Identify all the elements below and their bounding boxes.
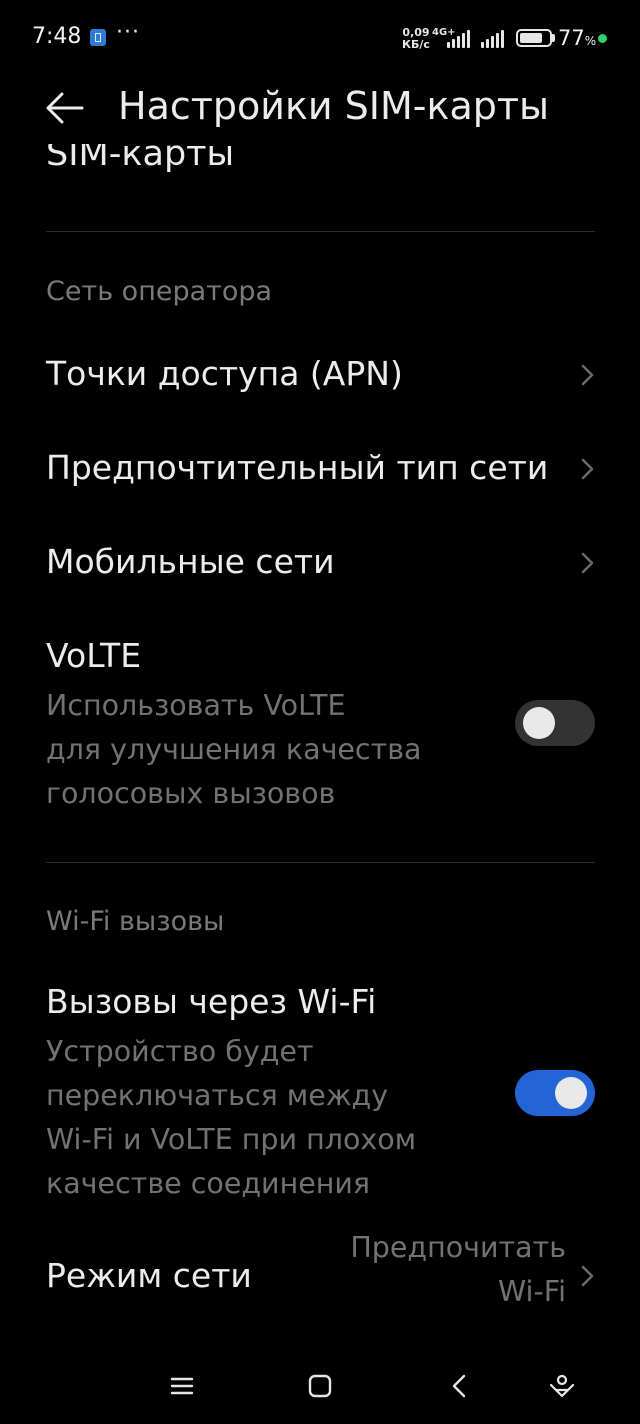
volte-description-line3: голосовых вызовов	[46, 777, 336, 810]
menu-icon[interactable]	[168, 1372, 196, 1400]
network-mode-item[interactable]: Режим сети Предпочитать Wi-Fi	[0, 1231, 640, 1316]
preferred-network-type-item[interactable]: Предпочтительный тип сети	[0, 434, 640, 506]
chevron-right-icon	[581, 364, 594, 386]
back-button[interactable]	[40, 84, 92, 132]
wifi-calling-description-line4: качестве соединения	[46, 1167, 371, 1200]
toggle-knob	[523, 707, 555, 739]
wifi-calling-toggle[interactable]	[515, 1070, 595, 1116]
network-mode-value: Предпочитать Wi-Fi	[306, 1226, 566, 1314]
page-title: Настройки SIM-карты	[118, 84, 550, 128]
more-notifications-icon: ···	[116, 20, 140, 45]
mobile-networks-item[interactable]: Мобильные сети	[0, 528, 640, 600]
signal-strength-sim1-icon	[447, 28, 473, 48]
network-speed: 0,09 КБ/с	[401, 27, 431, 51]
section-header-operator-network: Сеть оператора	[46, 276, 273, 307]
wifi-calling-description-line3: Wi-Fi и VoLTE при плохом	[46, 1123, 417, 1156]
apn-label: Точки доступа (APN)	[46, 354, 403, 393]
wifi-calling-description-line2: переключаться между	[46, 1079, 389, 1112]
divider	[46, 862, 595, 863]
home-icon[interactable]	[306, 1372, 334, 1400]
volte-title: VoLTE	[46, 636, 142, 675]
status-time: 7:48	[32, 24, 82, 49]
status-bar: 7:48 ··· 0,09 КБ/с 4G+ 77%	[0, 0, 640, 78]
app-notification-icon	[90, 29, 106, 46]
navigation-bar	[0, 1350, 640, 1424]
volte-item[interactable]: VoLTE Использовать VoLTE для улучшения к…	[0, 620, 640, 820]
signal-strength-sim2-icon	[481, 28, 507, 48]
section-header-wifi-calling: Wi-Fi вызовы	[46, 906, 225, 937]
wifi-calling-description-line1: Устройство будет	[46, 1035, 314, 1068]
chevron-right-icon	[581, 552, 594, 574]
wifi-calling-item[interactable]: Вызовы через Wi-Fi Устройство будет пере…	[0, 966, 640, 1206]
chevron-right-icon	[581, 458, 594, 480]
back-icon[interactable]	[446, 1372, 474, 1400]
apn-item[interactable]: Точки доступа (APN)	[0, 340, 640, 412]
preferred-network-type-label: Предпочтительный тип сети	[46, 448, 549, 487]
divider	[46, 231, 595, 232]
volte-description-line1: Использовать VoLTE	[46, 689, 346, 722]
toggle-knob	[555, 1077, 587, 1109]
privacy-indicator-dot	[598, 34, 607, 43]
network-speed-unit: КБ/с	[402, 38, 430, 51]
battery-icon	[516, 29, 552, 47]
battery-tip	[552, 34, 555, 42]
assistant-icon[interactable]	[548, 1372, 576, 1400]
battery-percent: 77%	[558, 26, 597, 50]
network-mode-value-line1: Предпочитать	[350, 1231, 566, 1264]
network-mode-value-line2: Wi-Fi	[498, 1275, 566, 1308]
chevron-right-icon	[581, 1265, 594, 1287]
network-mode-label: Режим сети	[46, 1256, 252, 1295]
volte-toggle[interactable]	[515, 700, 595, 746]
wifi-calling-title: Вызовы через Wi-Fi	[46, 982, 377, 1021]
arrow-left-icon	[46, 92, 84, 124]
scrolled-item-title: SIM-карты	[46, 144, 235, 174]
battery-fill	[520, 33, 542, 43]
volte-description-line2: для улучшения качества	[46, 733, 422, 766]
mobile-networks-label: Мобильные сети	[46, 542, 335, 581]
